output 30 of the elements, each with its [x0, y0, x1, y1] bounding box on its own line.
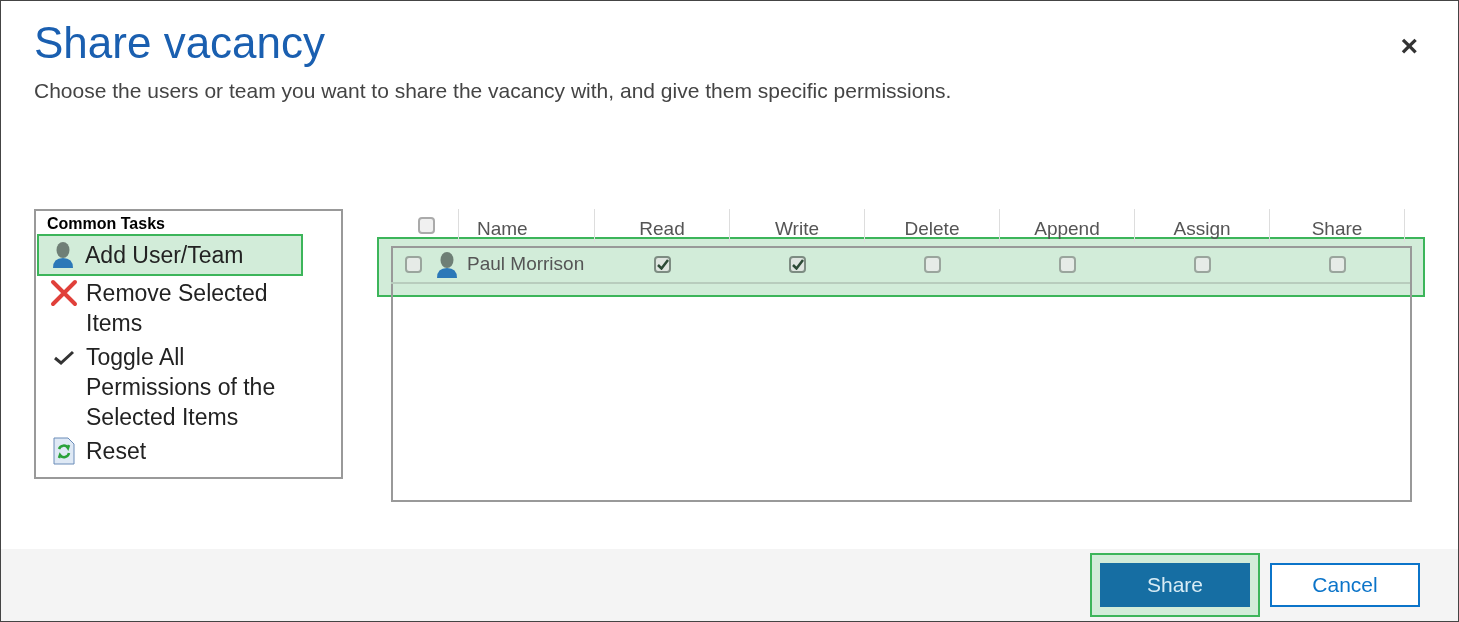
task-link[interactable]: Reset [38, 433, 339, 468]
column-header[interactable]: Read [639, 216, 685, 241]
cancel-button[interactable]: Cancel [1270, 563, 1420, 607]
permission-checkbox[interactable] [924, 256, 941, 273]
column-header[interactable]: Delete [904, 216, 960, 241]
column-header[interactable]: Append [1034, 216, 1100, 241]
dialog-title: Share vacancy [34, 17, 327, 69]
column-header[interactable]: Share [1311, 216, 1363, 241]
permission-checkbox[interactable] [1059, 256, 1076, 273]
permission-checkbox[interactable] [654, 256, 671, 273]
panel-heading: Common Tasks [46, 213, 166, 234]
close-icon [50, 278, 78, 307]
permission-checkbox[interactable] [789, 256, 806, 273]
permission-checkbox[interactable] [1329, 256, 1346, 273]
task-link[interactable]: Add User/Team [37, 233, 303, 276]
select-all-checkbox[interactable] [418, 216, 435, 234]
dialog-subtitle: Choose the users or team you want to share the vacancy with, and give them specific permissions. [34, 78, 953, 104]
share-button[interactable]: Share [1100, 563, 1250, 607]
task-link[interactable]: Remove Selected Items [38, 275, 339, 340]
refresh-document-icon [52, 436, 76, 465]
column-header[interactable]: Write [775, 216, 819, 241]
permission-checkbox[interactable] [1194, 256, 1211, 273]
user-icon [51, 240, 75, 269]
close-button[interactable]: × [1400, 31, 1418, 61]
column-header[interactable]: Assign [1173, 216, 1231, 241]
task-link[interactable]: Toggle All Permissions of the Selected Items [38, 339, 339, 434]
checkmark-icon [53, 348, 75, 365]
column-header[interactable]: Name [477, 216, 528, 241]
user-icon [435, 250, 459, 279]
user-name[interactable]: Paul Morrison [467, 250, 585, 279]
